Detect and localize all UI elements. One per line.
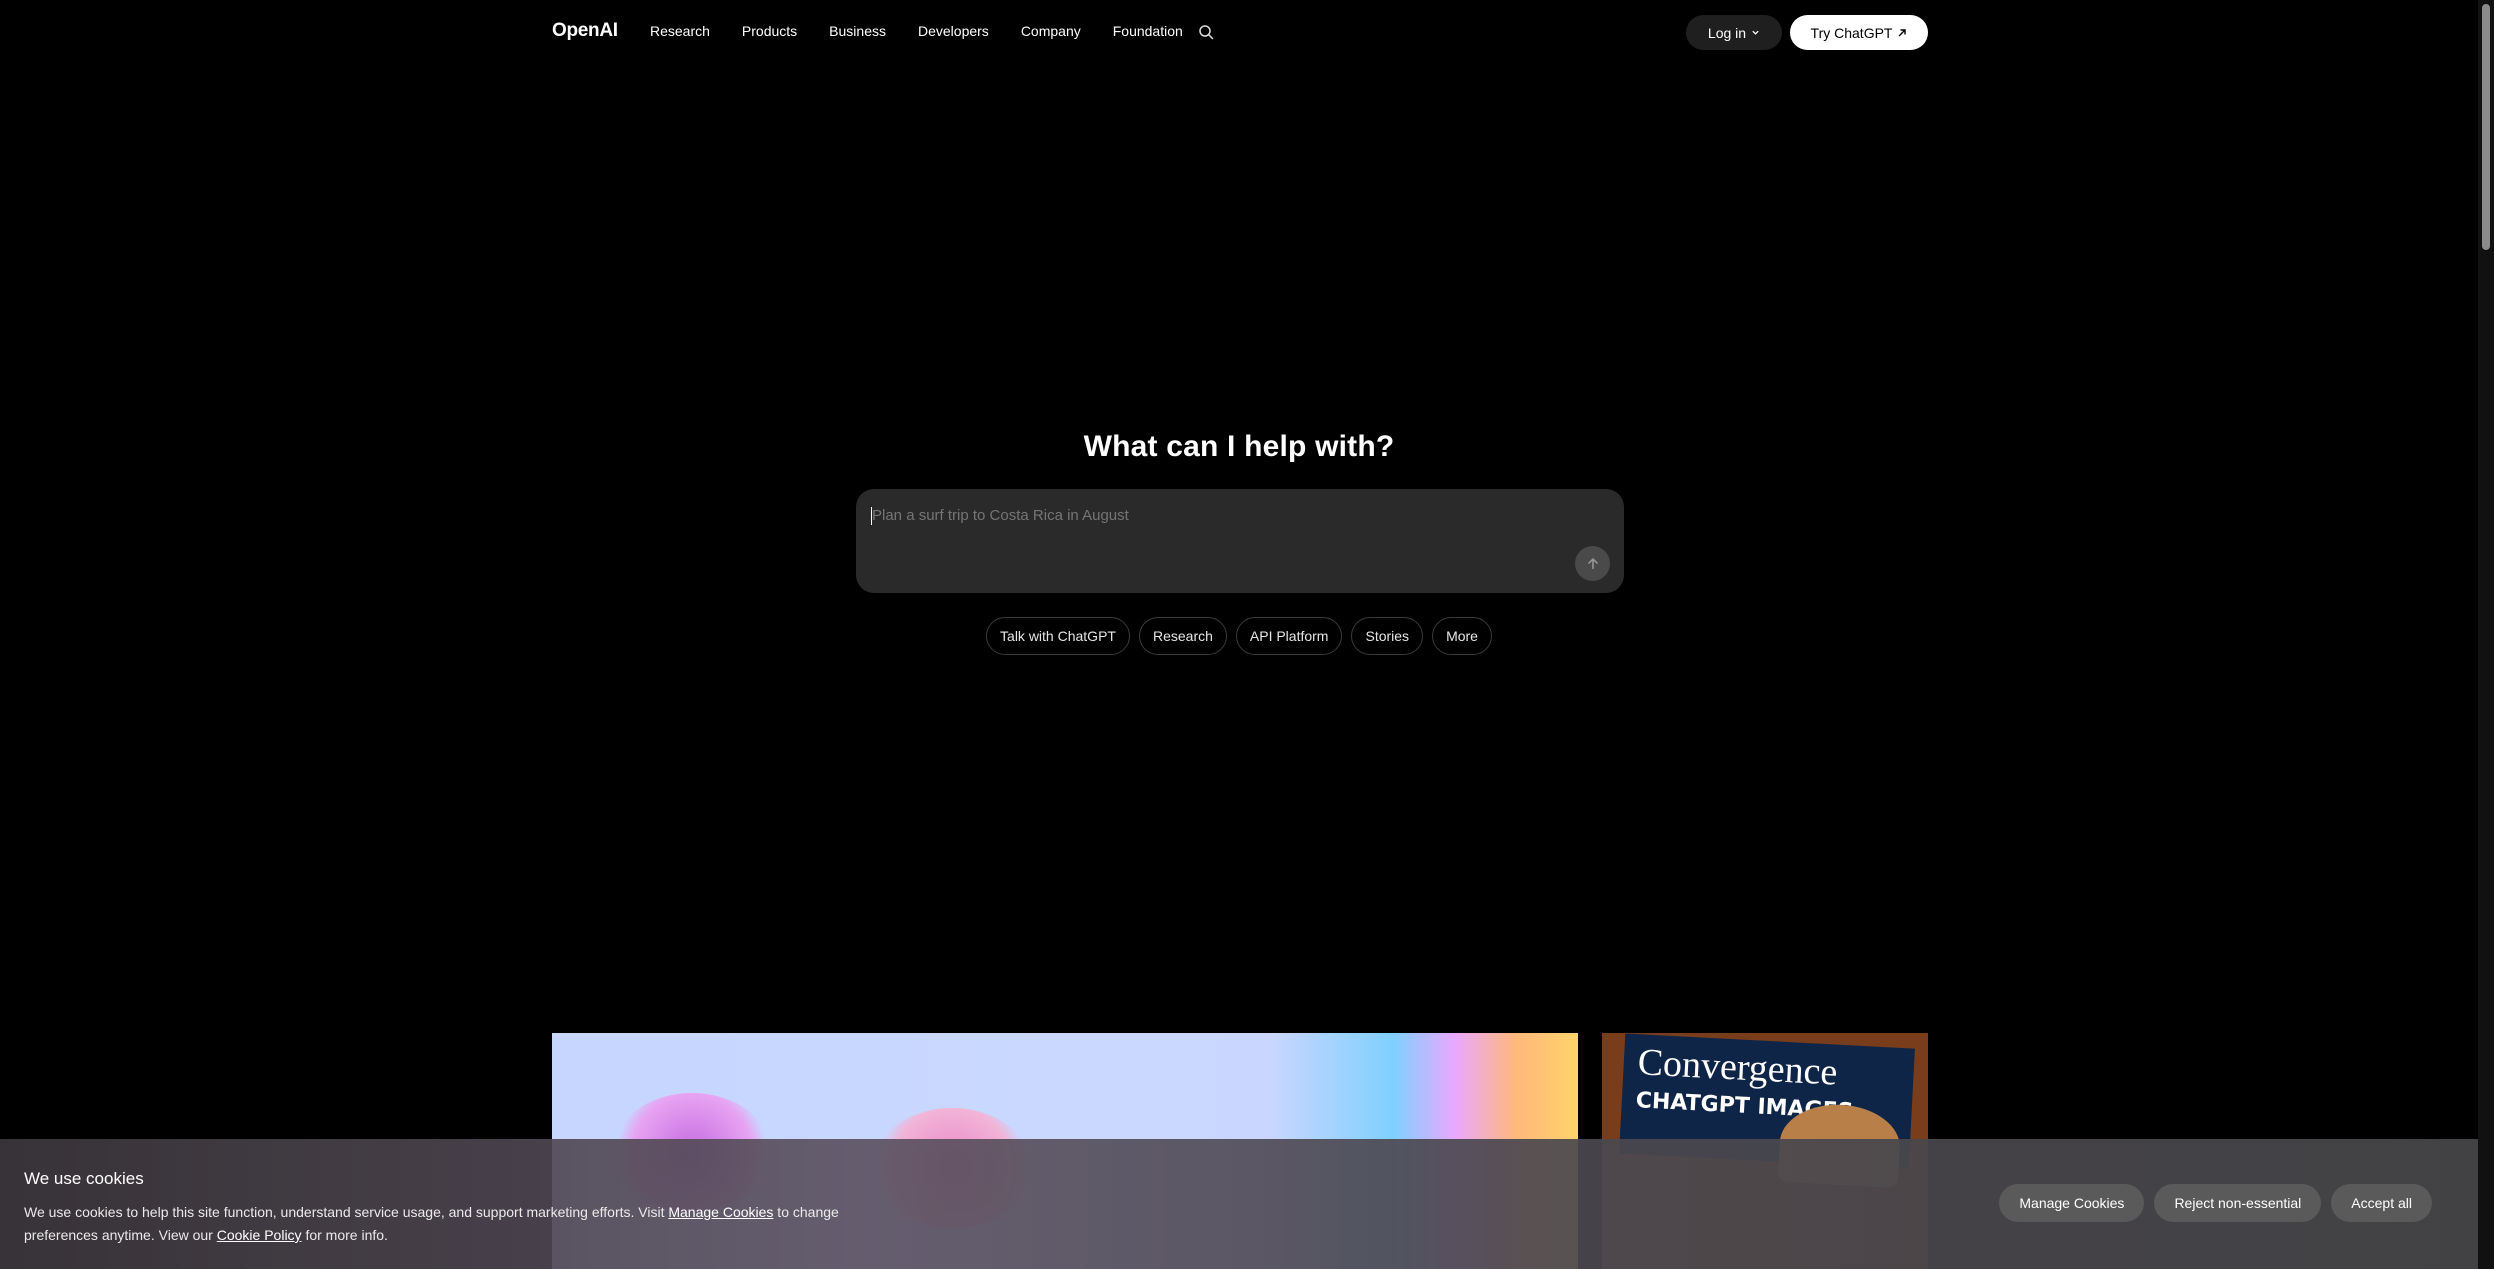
site-header: OpenAI Research Products Business Develo… — [0, 0, 2478, 64]
cookie-buttons: Manage Cookies Reject non-essential Acce… — [1999, 1184, 2432, 1222]
chip-more[interactable]: More — [1432, 617, 1492, 655]
prompt-input[interactable] — [872, 507, 1472, 524]
chip-stories[interactable]: Stories — [1351, 617, 1424, 655]
nav-products[interactable]: Products — [742, 23, 797, 39]
cookie-policy-link[interactable]: Cookie Policy — [217, 1227, 302, 1243]
login-button[interactable]: Log in — [1686, 15, 1782, 50]
openai-logo[interactable]: OpenAI — [552, 20, 618, 42]
nav-foundation[interactable]: Foundation — [1113, 23, 1183, 39]
reject-non-essential-button[interactable]: Reject non-essential — [2154, 1184, 2322, 1222]
cookie-title: We use cookies — [24, 1169, 144, 1188]
nav-research[interactable]: Research — [650, 23, 710, 39]
try-chatgpt-label: Try ChatGPT — [1810, 24, 1893, 41]
chip-talk-with-chatgpt[interactable]: Talk with ChatGPT — [986, 617, 1130, 655]
manage-cookies-button[interactable]: Manage Cookies — [1999, 1184, 2145, 1222]
manage-cookies-link[interactable]: Manage Cookies — [668, 1204, 773, 1220]
accept-all-button[interactable]: Accept all — [2331, 1184, 2432, 1222]
nav-company[interactable]: Company — [1021, 23, 1081, 39]
cookie-banner: We use cookies We use cookies to help th… — [0, 1139, 2478, 1269]
search-icon[interactable] — [1198, 24, 1214, 40]
text-cursor — [871, 507, 872, 525]
chevron-down-icon — [1752, 30, 1759, 35]
hero-title: What can I help with? — [1083, 430, 1395, 463]
suggestion-chips: Talk with ChatGPT Research API Platform … — [0, 617, 2478, 655]
scrollbar-thumb[interactable] — [2482, 4, 2490, 250]
nav-business[interactable]: Business — [829, 23, 886, 39]
nav-developers[interactable]: Developers — [918, 23, 989, 39]
magazine-title: Convergence — [1636, 1041, 1839, 1094]
prompt-box[interactable] — [856, 489, 1624, 593]
chip-api-platform[interactable]: API Platform — [1235, 617, 1343, 655]
cookie-text-part: for more info. — [301, 1227, 388, 1243]
send-button[interactable] — [1575, 546, 1610, 581]
try-chatgpt-button[interactable]: Try ChatGPT — [1790, 15, 1928, 50]
arrow-up-icon — [1587, 557, 1598, 569]
cookie-text-part: We use cookies to help this site functio… — [24, 1204, 669, 1220]
login-label: Log in — [1707, 24, 1747, 41]
arrow-up-right-icon — [1898, 28, 1907, 36]
chip-research[interactable]: Research — [1138, 617, 1227, 655]
cookie-text: We use cookies to help this site functio… — [24, 1201, 884, 1247]
main-nav: Research Products Business Developers Co… — [650, 23, 1215, 39]
page-scrollbar[interactable] — [2478, 0, 2494, 1269]
